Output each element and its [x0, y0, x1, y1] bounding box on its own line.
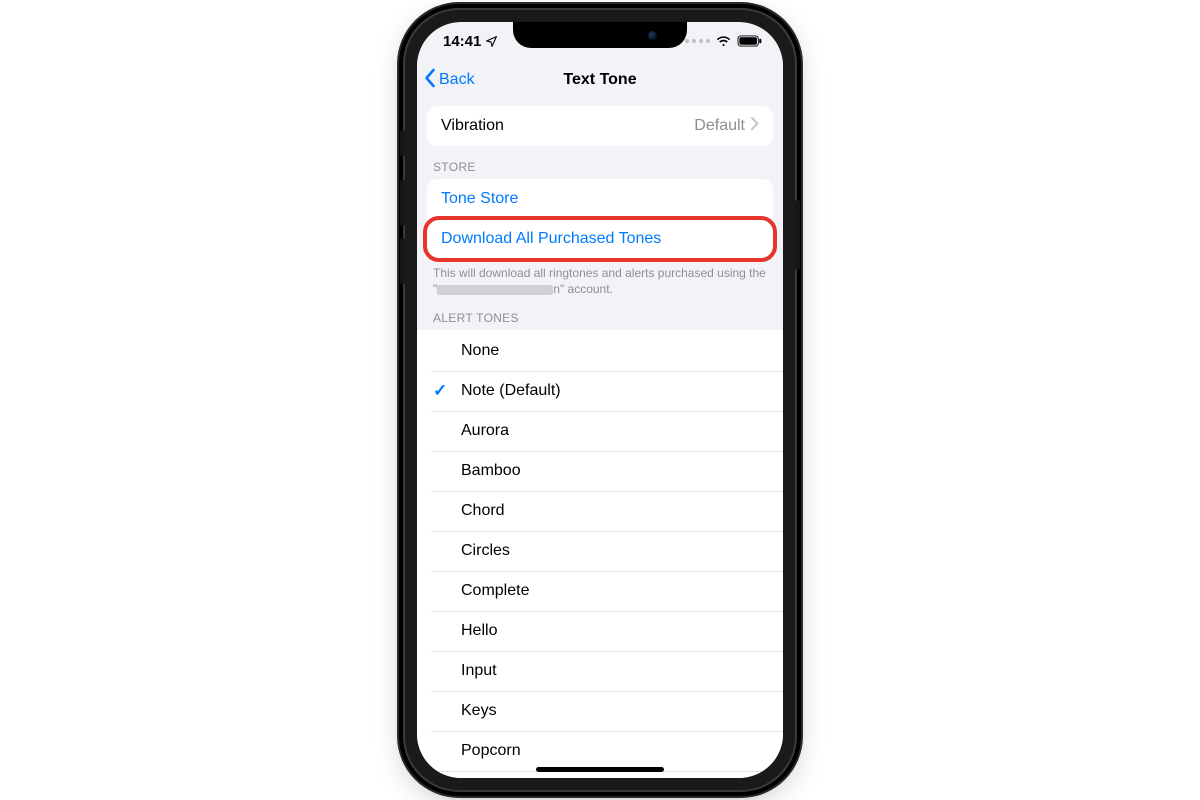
home-indicator — [536, 767, 664, 772]
tone-label: Input — [461, 662, 497, 680]
tone-row[interactable]: Popcorn — [417, 731, 783, 771]
tone-row[interactable]: Chord — [417, 491, 783, 531]
signal-dots-icon — [685, 39, 710, 43]
tone-row[interactable]: Aurora — [417, 411, 783, 451]
store-footer: This will download all ringtones and ale… — [417, 259, 783, 297]
checkmark-icon: ✓ — [433, 381, 447, 401]
tone-row[interactable]: Pulse — [417, 771, 783, 778]
phone-frame: 14:41 — [405, 10, 795, 790]
back-button[interactable]: Back — [423, 60, 475, 100]
tone-none-row[interactable]: None — [417, 331, 783, 371]
nav-bar: Back Text Tone — [417, 60, 783, 100]
redacted-account — [437, 285, 553, 295]
alert-tones-header: ALERT TONES — [417, 297, 783, 330]
notch — [513, 22, 687, 48]
chevron-right-icon — [751, 117, 759, 135]
alert-tones-list: None ✓ Note (Default) Aurora Bamboo Chord Cir… — [417, 330, 783, 778]
tone-label: Keys — [461, 702, 497, 720]
content-scroll[interactable]: Vibration Default STORE Tone Store Downl… — [417, 100, 783, 778]
vibration-value: Default — [694, 117, 745, 135]
tone-row[interactable]: Keys — [417, 691, 783, 731]
tone-row[interactable]: ✓ Note (Default) — [417, 371, 783, 411]
tone-label: Aurora — [461, 422, 509, 440]
tone-label: Popcorn — [461, 742, 521, 760]
wifi-icon — [715, 35, 732, 47]
download-all-label: Download All Purchased Tones — [441, 230, 661, 248]
store-card: Tone Store Download All Purchased Tones — [427, 179, 773, 259]
tone-store-label: Tone Store — [441, 190, 518, 208]
tone-label: Bamboo — [461, 462, 521, 480]
tone-label: Complete — [461, 582, 529, 600]
back-label: Back — [439, 71, 475, 89]
battery-icon — [737, 35, 763, 47]
store-section-header: STORE — [417, 146, 783, 179]
location-icon — [485, 35, 498, 48]
chevron-left-icon — [423, 68, 436, 93]
download-all-row[interactable]: Download All Purchased Tones — [427, 219, 773, 259]
vibration-card: Vibration Default — [427, 106, 773, 146]
tone-row[interactable]: Input — [417, 651, 783, 691]
screen: 14:41 — [417, 22, 783, 778]
tone-label: Circles — [461, 542, 510, 560]
tone-none-label: None — [461, 342, 499, 360]
tone-row[interactable]: Complete — [417, 571, 783, 611]
vibration-label: Vibration — [441, 117, 504, 135]
tone-row[interactable]: Bamboo — [417, 451, 783, 491]
page-title: Text Tone — [563, 71, 636, 89]
vibration-row[interactable]: Vibration Default — [427, 106, 773, 146]
tone-store-row[interactable]: Tone Store — [427, 179, 773, 219]
tone-label: Chord — [461, 502, 505, 520]
tone-row[interactable]: Circles — [417, 531, 783, 571]
store-footer-suffix: n" account. — [553, 282, 613, 296]
status-time: 14:41 — [443, 33, 481, 50]
tone-label: Note (Default) — [461, 382, 561, 400]
tone-row[interactable]: Hello — [417, 611, 783, 651]
tone-label: Hello — [461, 622, 497, 640]
